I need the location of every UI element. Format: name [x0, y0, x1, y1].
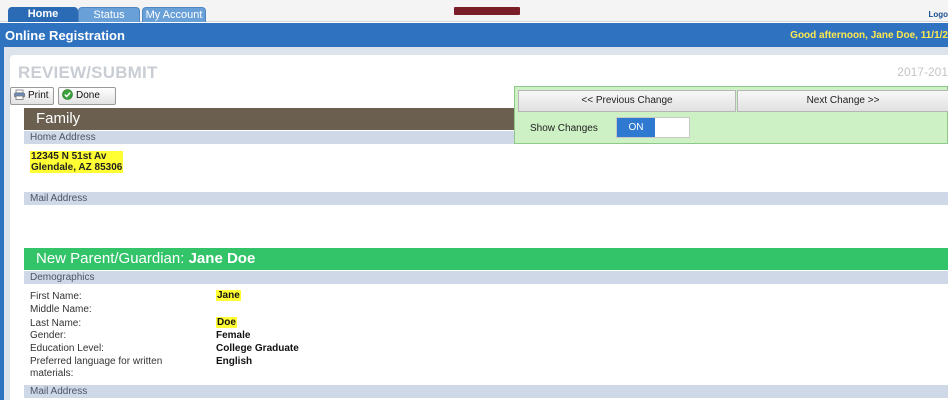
guardian-mail-address-subheader: Mail Address — [24, 385, 948, 398]
guardian-title-prefix: New Parent/Guardian: — [36, 250, 185, 267]
mail-address-subheader: Mail Address — [24, 192, 948, 205]
last-name-value: Doe — [216, 317, 237, 328]
left-accent-bar — [0, 47, 4, 400]
education-level-label: Education Level: — [30, 343, 104, 354]
print-button[interactable]: Print — [10, 87, 54, 105]
address-line-1: 12345 N 51st Av — [30, 151, 124, 162]
done-label: Done — [76, 90, 100, 101]
address-line-2: Glendale, AZ 85306 — [30, 162, 124, 173]
home-address: 12345 N 51st Av Glendale, AZ 85306 — [30, 151, 124, 173]
logout-link[interactable]: Logo — [928, 10, 948, 19]
show-changes-toggle[interactable]: ON — [616, 117, 690, 138]
app-header: Online Registration Good afternoon, Jane… — [0, 23, 948, 47]
checkmark-icon — [62, 89, 73, 100]
education-level-value: College Graduate — [216, 343, 299, 354]
print-label: Print — [28, 90, 49, 101]
top-tab-bar: Home Status My Account Logo — [0, 0, 948, 22]
change-navigation-panel: << Previous Change Next Change >> Show C… — [514, 86, 948, 144]
tab-status[interactable]: Status — [78, 7, 140, 22]
done-button[interactable]: Done — [58, 87, 116, 105]
tab-my-account[interactable]: My Account — [142, 7, 206, 22]
demographics-subheader: Demographics — [24, 271, 948, 284]
last-name-label: Last Name: — [30, 318, 82, 329]
gender-value: Female — [216, 330, 251, 341]
printer-icon — [14, 89, 25, 100]
middle-name-label: Middle Name: — [30, 304, 92, 315]
previous-change-button[interactable]: << Previous Change — [518, 90, 736, 112]
school-logo — [454, 7, 520, 15]
preferred-language-value: English — [216, 356, 253, 367]
guardian-name: Jane Doe — [188, 250, 256, 267]
greeting-text: Good afternoon, Jane Doe, 11/1/2 — [790, 30, 948, 41]
first-name-value: Jane — [216, 290, 241, 301]
toggle-on-state: ON — [617, 118, 655, 137]
show-changes-label: Show Changes — [530, 123, 598, 134]
preferred-language-label-cont: materials: — [30, 368, 74, 379]
first-name-label: First Name: — [30, 291, 82, 302]
gender-label: Gender: — [30, 330, 67, 341]
page-title: REVIEW/SUBMIT — [18, 63, 158, 82]
guardian-section-header: New Parent/Guardian: Jane Doe — [24, 248, 948, 270]
next-change-button[interactable]: Next Change >> — [737, 90, 948, 112]
tab-home[interactable]: Home — [8, 7, 78, 22]
app-title: Online Registration — [5, 28, 125, 43]
school-year: 2017-201 — [897, 65, 948, 79]
preferred-language-label: Preferred language for written — [30, 356, 163, 367]
